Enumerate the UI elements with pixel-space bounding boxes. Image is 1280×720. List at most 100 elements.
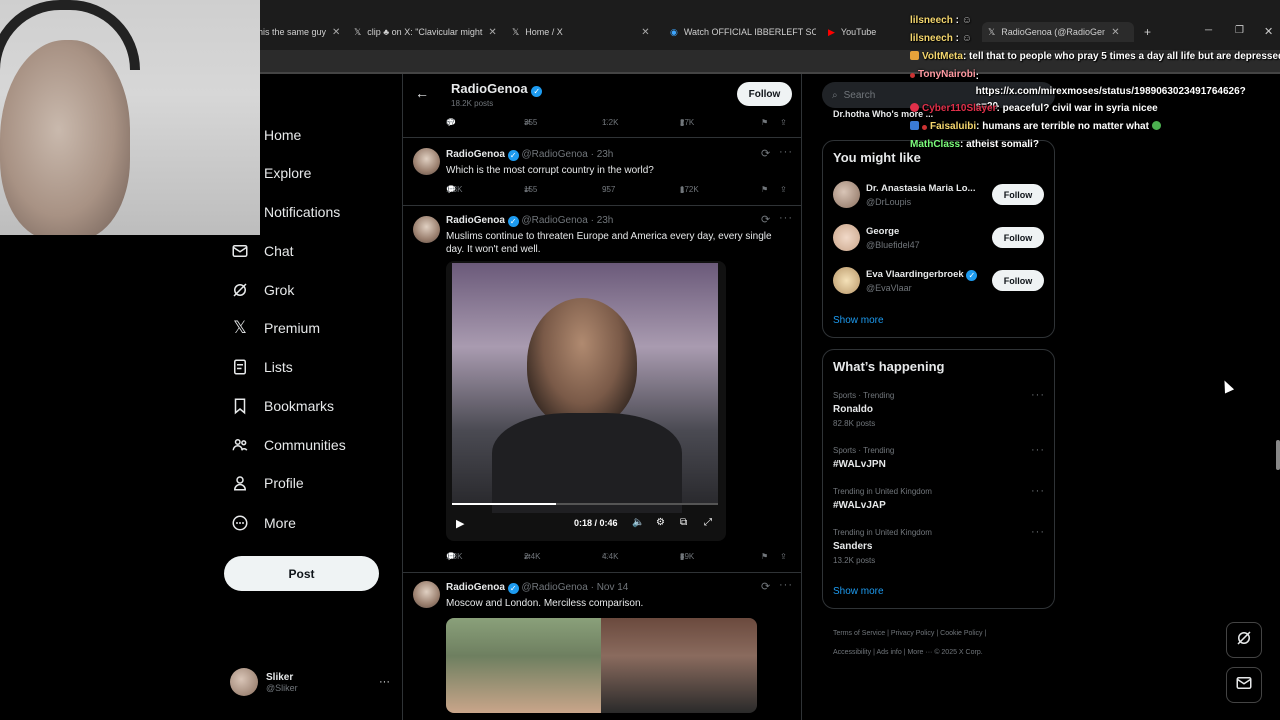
x-logo-icon: 𝕏: [354, 26, 362, 37]
video-player[interactable]: ▶ 0:18 / 0:46 🔈 ⚙ ⧉ ⤢: [446, 261, 726, 541]
window-close-icon[interactable]: ✕: [1264, 25, 1273, 38]
post-button[interactable]: Post: [224, 556, 379, 591]
chat-text: : tell that to people who pray 5 times a…: [962, 51, 1280, 62]
user-name-text: Eva Vlaardingerbroek: [866, 269, 964, 280]
trend-name: #WALvJAP: [833, 500, 886, 511]
chat-username: lilsneech: [910, 33, 953, 44]
bookmark-icon[interactable]: ⚑: [761, 185, 768, 194]
video-progress-track[interactable]: [452, 503, 718, 505]
grok-icon: [230, 280, 250, 300]
follow-button[interactable]: Follow: [992, 184, 1044, 205]
more-dots-icon[interactable]: ···: [779, 212, 793, 224]
avatar: [413, 148, 440, 175]
chat-emote-icon: ☺: [961, 15, 972, 26]
browser-tab[interactable]: his the same guy ✕: [258, 22, 340, 42]
sidebar-item-label: Profile: [264, 475, 304, 491]
sidebar-item-chat[interactable]: Chat: [230, 236, 294, 266]
tab-label: Home / X: [525, 27, 563, 37]
sidebar-item-premium[interactable]: 𝕏 Premium: [230, 313, 320, 343]
tweet[interactable]: RadioGenoa ✓ @RadioGenoa · 23h ⟳ ··· Whi…: [403, 138, 801, 206]
avatar: [833, 224, 860, 251]
sidebar-item-label: More: [264, 515, 296, 531]
more-circle-icon: [230, 513, 250, 533]
minimize-icon[interactable]: ─: [1205, 25, 1212, 36]
footer-link-ads[interactable]: Ads info: [876, 649, 901, 656]
more-dots-icon[interactable]: ···: [779, 146, 793, 158]
close-icon[interactable]: ✕: [1111, 27, 1119, 38]
volume-icon[interactable]: 🔈: [632, 517, 644, 528]
account-switcher[interactable]: Sliker @Sliker ···: [230, 664, 390, 700]
more-dots-icon[interactable]: ···: [779, 579, 793, 591]
close-icon[interactable]: ✕: [332, 27, 340, 38]
grok-floating-button[interactable]: [1226, 622, 1262, 658]
chat-username: lilsneech: [910, 15, 953, 26]
tab-label: RadioGenoa (@RadioGenoa) /: [1001, 27, 1106, 37]
browser-tab[interactable]: 𝕏 Home / X ✕: [512, 22, 658, 42]
user-name: Eva Vlaardingerbroek ✓: [866, 269, 978, 281]
tweet[interactable]: RadioGenoa ✓ @RadioGenoa · Nov 14 ⟳ ··· …: [403, 573, 801, 720]
tweet[interactable]: 💬 67 ⇄ 355 ♡ 1.2K ▮ 27K ⚑ ⇪: [403, 114, 801, 138]
browser-tab[interactable]: ◉ Watch OFFICIAL IBBERLEFT SO ✕: [670, 22, 816, 42]
more-dots-icon[interactable]: ···: [1031, 485, 1045, 497]
like-count: 957: [602, 185, 616, 194]
sidebar-item-label: Explore: [264, 165, 312, 181]
footer-link-privacy[interactable]: Privacy Policy: [891, 630, 935, 637]
tweet[interactable]: RadioGenoa ✓ @RadioGenoa · 23h ⟳ ··· Mus…: [403, 206, 801, 573]
like-count: 4.4K: [602, 552, 619, 561]
restore-icon[interactable]: ❐: [1235, 25, 1244, 36]
more-dots-icon[interactable]: ···: [1031, 444, 1045, 456]
more-dots-icon[interactable]: ···: [1031, 526, 1045, 538]
browser-tab-active[interactable]: 𝕏 RadioGenoa (@RadioGenoa) / ✕: [982, 22, 1134, 42]
verified-badge-icon: ✓: [507, 583, 519, 594]
share-icon[interactable]: ⇪: [780, 118, 787, 127]
trend-category: Sports · Trending: [833, 446, 895, 455]
more-dots-icon[interactable]: ···: [379, 676, 390, 688]
share-icon[interactable]: ⇪: [780, 185, 787, 194]
follow-button[interactable]: Follow: [992, 270, 1044, 291]
grok-icon[interactable]: ⟳: [761, 147, 771, 160]
author-name: RadioGenoa: [446, 582, 505, 593]
settings-gear-icon[interactable]: ⚙: [656, 517, 665, 528]
sidebar-item-more[interactable]: More: [230, 508, 296, 538]
sidebar-item-bookmarks[interactable]: Bookmarks: [230, 391, 334, 421]
scrollbar-thumb[interactable]: [1276, 440, 1280, 470]
footer-link-cookies[interactable]: Cookie Policy: [940, 630, 982, 637]
follow-button[interactable]: Follow: [737, 82, 792, 106]
tweet-author: RadioGenoa ✓ @RadioGenoa · 23h: [446, 215, 613, 227]
play-icon[interactable]: ▶: [456, 517, 464, 530]
footer-link-more[interactable]: More ···: [907, 649, 932, 656]
grok-icon[interactable]: ⟳: [761, 580, 771, 593]
show-more-link[interactable]: Show more: [833, 586, 884, 597]
tab-label: clip ♣ on X: "Clavicular might: [367, 27, 483, 37]
tweet-image[interactable]: [446, 618, 757, 713]
close-icon[interactable]: ✕: [488, 27, 496, 38]
close-icon[interactable]: ✕: [641, 27, 649, 38]
chat-username: VoltMeta: [922, 51, 963, 62]
grok-icon[interactable]: ⟳: [761, 213, 771, 226]
messages-floating-button[interactable]: [1226, 667, 1262, 703]
footer-link-accessibility[interactable]: Accessibility: [833, 649, 871, 656]
picture-in-picture-icon[interactable]: ⧉: [680, 517, 687, 528]
bookmark-icon[interactable]: ⚑: [761, 118, 768, 127]
browser-tab[interactable]: 𝕏 clip ♣ on X: "Clavicular might ✕: [354, 22, 498, 42]
footer-link-terms[interactable]: Terms of Service: [833, 630, 885, 637]
show-more-link[interactable]: Show more: [833, 315, 884, 326]
follow-button[interactable]: Follow: [992, 227, 1044, 248]
sidebar-item-communities[interactable]: Communities: [230, 430, 346, 460]
share-icon[interactable]: ⇪: [780, 552, 787, 561]
list-icon: [230, 357, 250, 377]
back-arrow-icon[interactable]: ←: [415, 85, 429, 101]
bookmark-icon[interactable]: ⚑: [761, 552, 768, 561]
sidebar-item-label: Premium: [264, 320, 321, 336]
search-icon: ⌕: [832, 89, 838, 101]
fullscreen-icon[interactable]: ⤢: [704, 517, 712, 528]
sidebar-item-lists[interactable]: Lists: [230, 352, 293, 382]
sidebar-item-profile[interactable]: Profile: [230, 468, 304, 498]
trend-name: Sanders: [833, 541, 873, 552]
chat-emote-icon: [1151, 121, 1161, 130]
view-count: 27K: [680, 118, 695, 127]
new-tab-icon[interactable]: +: [1144, 25, 1151, 39]
tweet-text: Which is the most corrupt country in the…: [446, 165, 654, 176]
sidebar-item-grok[interactable]: Grok: [230, 275, 294, 305]
more-dots-icon[interactable]: ···: [1031, 389, 1045, 401]
